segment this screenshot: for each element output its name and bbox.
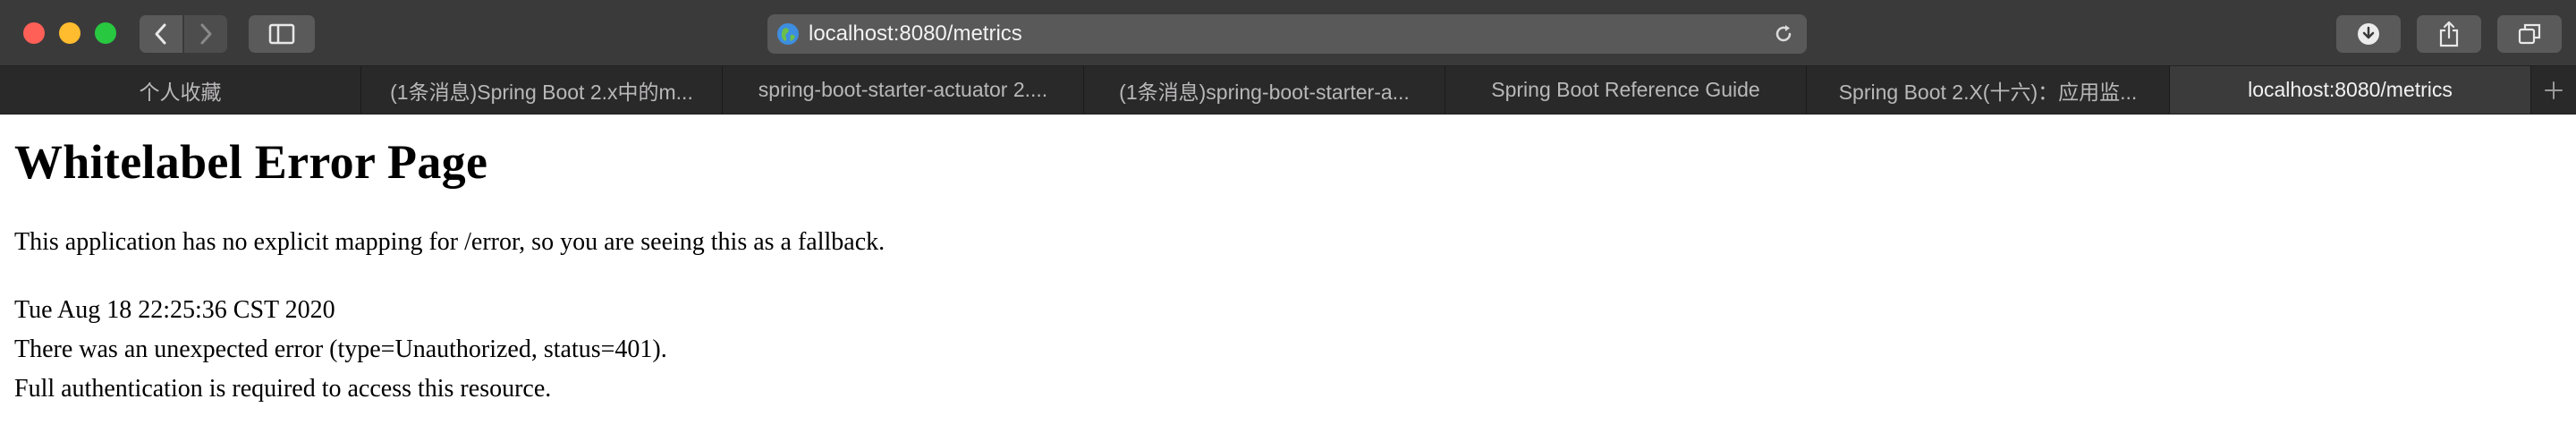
tab-label: Spring Boot 2.X(十六)：应用监... xyxy=(1838,80,2138,104)
globe-icon xyxy=(777,23,799,45)
tab-label: (1条消息)spring-boot-starter-a... xyxy=(1119,80,1410,104)
tab-reference-guide[interactable]: Spring Boot Reference Guide xyxy=(1445,66,1807,114)
tab-monitoring[interactable]: Spring Boot 2.X(十六)：应用监... xyxy=(1807,66,2170,114)
page-title: Whitelabel Error Page xyxy=(14,135,488,189)
tab-csdn-metrics[interactable]: (1条消息)Spring Boot 2.x中的m... xyxy=(361,66,723,114)
sidebar-toggle-button[interactable] xyxy=(249,15,315,53)
timestamp-text: Tue Aug 18 22:25:36 CST 2020 xyxy=(14,296,335,325)
address-bar[interactable]: localhost:8080/metrics xyxy=(767,14,1807,54)
error-detail-text: Full authentication is required to acces… xyxy=(14,375,552,403)
tab-label: localhost:8080/metrics xyxy=(2248,78,2453,101)
tab-metrics-active[interactable]: localhost:8080/metrics xyxy=(2170,66,2531,114)
reload-icon[interactable] xyxy=(1773,23,1794,45)
sidebar-icon xyxy=(268,23,295,45)
downloads-button[interactable] xyxy=(2336,15,2401,53)
maximize-window-button[interactable] xyxy=(95,22,116,44)
tab-label: Spring Boot Reference Guide xyxy=(1491,78,1760,101)
minimize-window-button[interactable] xyxy=(59,22,80,44)
share-button[interactable] xyxy=(2417,15,2481,53)
intro-text: This application has no explicit mapping… xyxy=(14,228,886,257)
tab-csdn-starter[interactable]: (1条消息)spring-boot-starter-a... xyxy=(1084,66,1445,114)
chevron-right-icon xyxy=(200,23,212,45)
tab-favorites[interactable]: 个人收藏 xyxy=(0,66,361,114)
tab-overview-icon xyxy=(2518,23,2541,45)
close-window-button[interactable] xyxy=(23,22,45,44)
tab-label: 个人收藏 xyxy=(139,80,222,104)
plus-icon xyxy=(2545,81,2563,99)
tab-label: spring-boot-starter-actuator 2.... xyxy=(758,78,1048,101)
forward-button[interactable] xyxy=(184,15,227,53)
url-text[interactable]: localhost:8080/metrics xyxy=(809,14,1022,54)
chevron-left-icon xyxy=(155,23,166,45)
share-icon xyxy=(2439,21,2459,47)
browser-toolbar: localhost:8080/metrics xyxy=(0,0,2576,66)
tab-bar: 个人收藏 (1条消息)Spring Boot 2.x中的m... spring-… xyxy=(0,66,2576,115)
download-icon xyxy=(2358,23,2379,45)
error-type-text: There was an unexpected error (type=Unau… xyxy=(14,335,667,364)
new-tab-button[interactable] xyxy=(2531,66,2576,114)
tab-overview-button[interactable] xyxy=(2497,15,2562,53)
tab-actuator[interactable]: spring-boot-starter-actuator 2.... xyxy=(723,66,1084,114)
tab-label: (1条消息)Spring Boot 2.x中的m... xyxy=(390,80,693,104)
back-button[interactable] xyxy=(140,15,182,53)
page-content: Whitelabel Error Page This application h… xyxy=(0,135,2576,409)
